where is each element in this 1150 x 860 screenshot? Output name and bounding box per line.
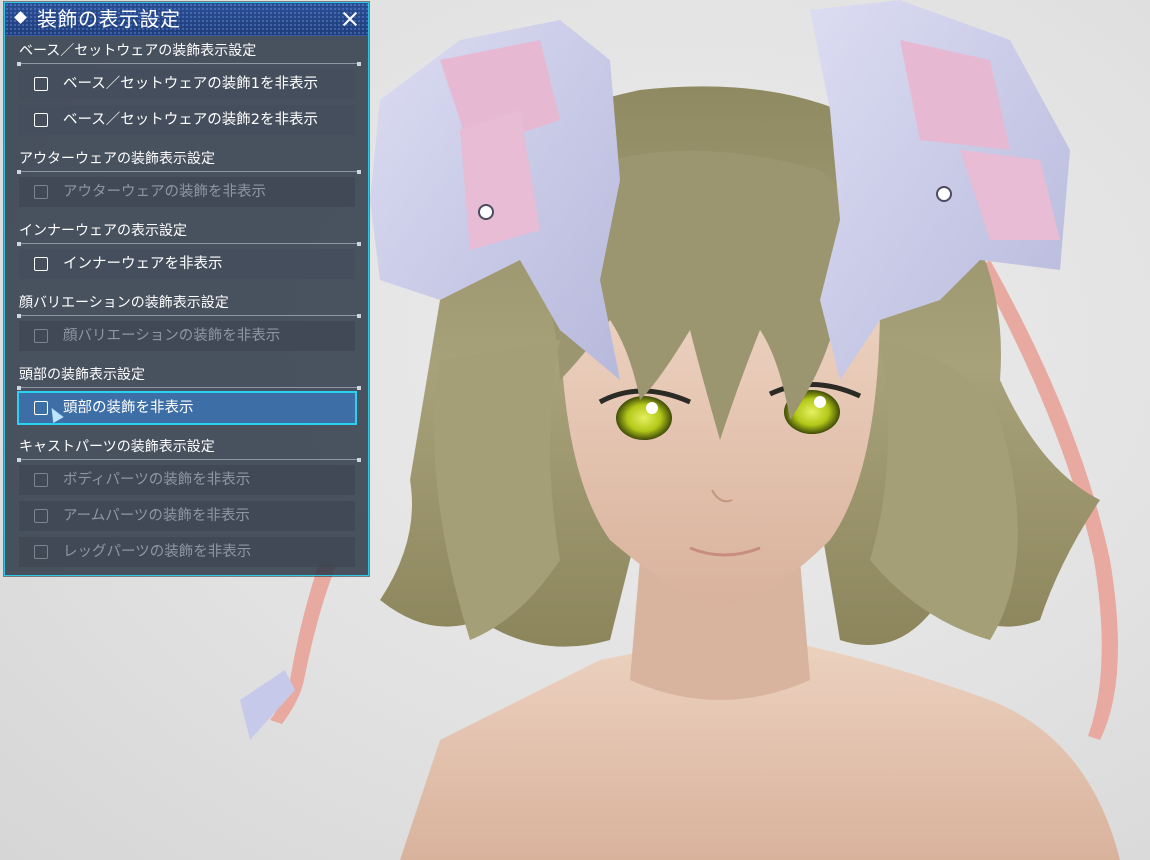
option-hide-body-parts-decoration: ボディパーツの装飾を非表示 (19, 465, 355, 495)
option-hide-outerwear-decoration: アウターウェアの装飾を非表示 (19, 177, 355, 207)
section-header-outerwear: アウターウェアの装飾表示設定 (17, 149, 361, 174)
game-viewport: 装飾の表示設定 ベース／セットウェアの装飾表示設定 ベース／セットウェアの装飾1… (0, 0, 1150, 860)
section-header-label: アウターウェアの装飾表示設定 (19, 151, 215, 167)
option-label: ボディパーツの装飾を非表示 (63, 472, 251, 488)
checkbox[interactable] (34, 257, 48, 271)
section-header-label: キャストパーツの装飾表示設定 (19, 439, 215, 455)
left-eye (616, 396, 672, 440)
section-header-label: 顔バリエーションの装飾表示設定 (19, 295, 229, 311)
option-hide-face-variation-decoration: 顔バリエーションの装飾を非表示 (19, 321, 355, 351)
option-label: ベース／セットウェアの装飾1を非表示 (63, 76, 318, 92)
panel-titlebar: 装飾の表示設定 (5, 3, 368, 36)
option-label: アウターウェアの装飾を非表示 (63, 184, 266, 200)
section-header-cast-parts: キャストパーツの装飾表示設定 (17, 437, 361, 462)
option-hide-base-decoration-2[interactable]: ベース／セットウェアの装飾2を非表示 (19, 105, 355, 135)
section-header-innerwear: インナーウェアの表示設定 (17, 221, 361, 246)
checkbox (34, 185, 48, 199)
diamond-icon (14, 11, 27, 24)
close-icon[interactable] (340, 9, 360, 29)
checkbox[interactable] (34, 77, 48, 91)
checkbox (34, 545, 48, 559)
option-label: 顔バリエーションの装飾を非表示 (63, 328, 281, 344)
option-hide-base-decoration-1[interactable]: ベース／セットウェアの装飾1を非表示 (19, 69, 355, 99)
panel-title: 装飾の表示設定 (37, 7, 181, 31)
section-header-head: 頭部の装飾表示設定 (17, 365, 361, 390)
section-header-label: ベース／セットウェアの装飾表示設定 (19, 43, 257, 59)
checkbox (34, 329, 48, 343)
section-header-label: 頭部の装飾表示設定 (19, 367, 145, 383)
section-header-face-variation: 顔バリエーションの装飾表示設定 (17, 293, 361, 318)
checkbox[interactable] (34, 401, 48, 415)
option-hide-head-decoration[interactable]: 頭部の装飾を非表示 (17, 391, 357, 425)
option-label: レッグパーツの装飾を非表示 (63, 544, 252, 560)
option-hide-innerwear[interactable]: インナーウェアを非表示 (19, 249, 355, 279)
option-label: ベース／セットウェアの装飾2を非表示 (63, 112, 318, 128)
section-header-base-setwear: ベース／セットウェアの装飾表示設定 (17, 41, 361, 66)
option-label: アームパーツの装飾を非表示 (63, 508, 250, 524)
section-header-label: インナーウェアの表示設定 (19, 223, 187, 239)
option-label: インナーウェアを非表示 (63, 256, 223, 272)
option-label: 頭部の装飾を非表示 (63, 400, 194, 416)
decoration-settings-panel: 装飾の表示設定 ベース／セットウェアの装飾表示設定 ベース／セットウェアの装飾1… (4, 2, 369, 576)
checkbox[interactable] (34, 113, 48, 127)
option-hide-leg-parts-decoration: レッグパーツの装飾を非表示 (19, 537, 355, 567)
option-hide-arm-parts-decoration: アームパーツの装飾を非表示 (19, 501, 355, 531)
checkbox (34, 509, 48, 523)
checkbox (34, 473, 48, 487)
